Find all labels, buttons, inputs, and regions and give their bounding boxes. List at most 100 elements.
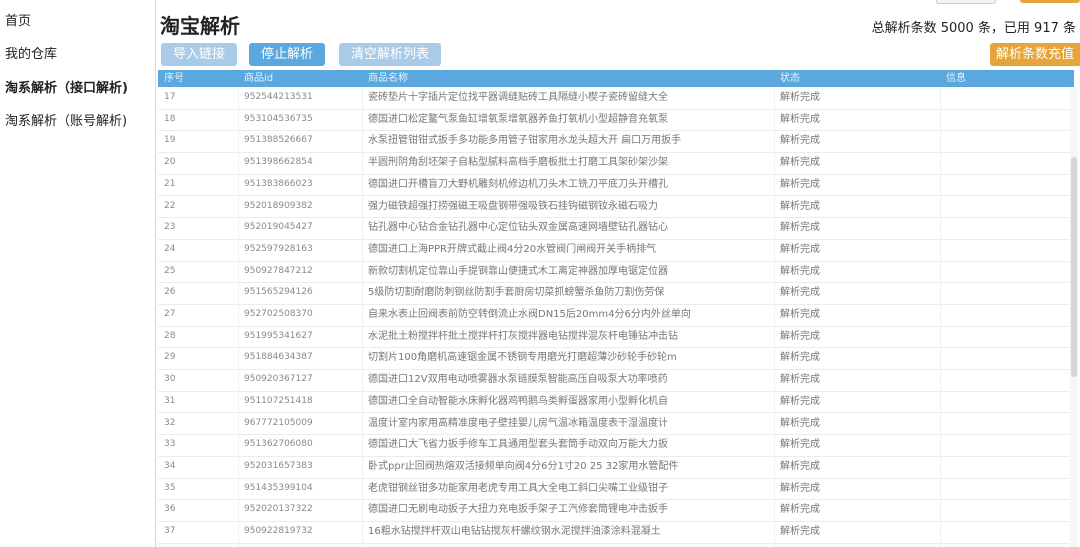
cell-status: 解析完成 [780,504,820,516]
table-row[interactable]: 31 951107251418 德国进口全自动智能水床孵化器鸡鸭鹅鸟类孵蛋器家用小型… [158,391,1074,414]
cell-row-number: 25 [164,265,176,276]
cell-product-name: 瓷砖调平器吸盘大理石找平器岩板拼缝调节拉紧器石材强力吸提固定 [368,543,768,547]
table-header: 序号 商品id 商品名称 状态 信息 [158,70,1074,87]
cell-product-id: 952018909382 [244,200,313,211]
top-tab-right[interactable] [1020,0,1080,3]
cell-product-id: 952020137322 [244,504,313,515]
cell-status: 解析完成 [780,526,820,537]
table-row[interactable]: 17 952544213531 瓷砖垫片十字插片定位找平器调缝贴砖工具隔缝小楔子瓷砖… [158,87,1074,110]
table-row[interactable]: 30 950920367127 德国进口12V双用电动喷雾器水泵链膜泵智能高压自吸泵… [158,369,1074,392]
sidebar: 首页 我的仓库 淘系解析（接口解析) 淘系解析（账号解析) [0,0,145,547]
cell-row-number: 26 [164,287,176,298]
cell-product-name: 温度计室内家用高精准度电子壁挂婴儿房气温冰箱温度表干湿温度计 [368,417,668,429]
top-tab-strip [756,0,1080,4]
cell-status: 解析完成 [780,439,820,451]
parse-table: 序号 商品id 商品名称 状态 信息 17 952544213531 瓷砖垫片十字插… [158,70,1074,547]
cell-product-id: 952702508370 [244,309,313,319]
cell-product-name: 半圆刑阴角刮坯架子自粘型腻料高档手磨板批土打磨工具架砂架沙架 [368,157,668,169]
cell-row-number: 18 [164,113,176,124]
cell-product-name: 16粗水钻搅拌杆双山电钻钻搅灰杆螺纹钢水泥搅拌油漆涂料混凝土 [368,526,661,537]
table-row[interactable]: 32 967772105009 温度计室内家用高精准度电子壁挂婴儿房气温冰箱温度表干… [158,413,1074,436]
stop-parse-button[interactable]: 停止解析 [249,43,326,66]
cell-row-number: 36 [164,504,176,515]
cell-product-name: 老虎钳钢丝钳多功能家用老虎专用工具大全电工斜口尖嘴工业级钳子 [368,482,668,494]
top-tab-left[interactable] [936,0,996,4]
cell-status: 解析完成 [780,92,820,103]
cell-row-number: 33 [164,439,176,450]
table-row[interactable]: 27 952702508370 自来水表止回阀表前防空转倒流止水阀DN15后20mm… [158,304,1074,327]
recharge-button[interactable]: 解析条数充值 [990,43,1080,66]
cell-product-name: 强力磁铁超强打捞强磁王吸盘钢带强吸铁石挂钩磁钢钕永磁石吸力 [368,200,658,212]
cell-status: 解析完成 [780,243,820,255]
cell-status: 解析完成 [780,330,820,342]
table-row[interactable]: 35 951435399104 老虎钳钢丝钳多功能家用老虎专用工具大全电工斜口尖嘴工… [158,478,1074,501]
cell-product-name: 德国进口全自动智能水床孵化器鸡鸭鹅鸟类孵蛋器家用小型孵化机自 [368,395,668,407]
cell-product-name: 德国进口大飞省力扳手修车工具通用型套头套筒手动双向万能大力扳 [368,439,668,451]
column-header-id[interactable]: 商品id [244,70,273,87]
cell-row-number: 34 [164,460,176,471]
sidebar-item-warehouse[interactable]: 我的仓库 [5,43,57,62]
cell-status: 解析完成 [780,222,820,234]
cell-product-name: 水泵扭管钳钳式扳手多功能多用管子钳家用水龙头超大开 扁口万用扳手 [368,135,682,147]
import-links-button[interactable]: 导入链接 [161,43,238,66]
cell-status: 解析完成 [780,374,820,386]
table-row[interactable]: 29 951884634387 切割片100角磨机高速锯金属不锈钢专用磨光打磨超薄沙… [158,347,1074,371]
table-row[interactable]: 33 951362706080 德国进口大飞省力扳手修车工具通用型套头套筒手动双向万… [158,434,1074,457]
sidebar-item-taobao-api-parse[interactable]: 淘系解析（接口解析) [5,77,128,96]
parse-summary: 总解析条数 5000 条，已用 917 条 [871,21,1076,36]
cell-product-id: 951884634387 [244,352,313,363]
table-row[interactable]: 20 951398662854 半圆刑阴角刮坯架子自粘型腻料高档手磨板批土打磨工具架… [158,152,1074,175]
table-row[interactable]: 24 952597928163 德国进口上海PPR开牌式截止阀4分20水管阀门闸阀开… [158,239,1074,262]
cell-product-name: 自来水表止回阀表前防空转倒流止水阀DN15后20mm4分6分内外丝单向 [368,309,691,320]
cell-product-name: 钻孔器中心钻合金钻孔器中心定位钻头双金属高速网墙壁钻孔器钻心 [368,222,668,234]
clear-list-button[interactable]: 清空解析列表 [339,43,442,66]
cell-row-number: 35 [164,482,176,493]
table-row[interactable]: 38 950926491584 瓷砖调平器吸盘大理石找平器岩板拼缝调节拉紧器石材强力… [158,543,1074,547]
cell-status: 解析完成 [780,482,820,494]
column-header-info[interactable]: 信息 [946,70,966,87]
table-scrollbar[interactable] [1070,87,1078,547]
column-header-no[interactable]: 序号 [164,70,184,87]
cell-status: 解析完成 [780,460,820,472]
table-row[interactable]: 19 951388526667 水泵扭管钳钳式扳手多功能多用管子钳家用水龙头超大开 … [158,130,1074,154]
cell-product-id: 950927847212 [244,265,313,276]
cell-product-id: 952597928163 [244,243,313,254]
cell-status: 解析完成 [780,287,820,299]
cell-product-id: 951565294126 [244,287,313,298]
sidebar-item-taobao-account-parse[interactable]: 淘系解析（账号解析) [5,110,127,129]
cell-product-id: 951995341627 [244,330,313,341]
cell-row-number: 38 [164,543,224,547]
cell-product-id: 953104536735 [244,113,313,124]
cell-status: 解析完成 [780,265,820,277]
column-header-status[interactable]: 状态 [780,70,800,87]
cell-product-name: 德国进口开槽盲刀大野机雕刻机修边机刀头木工铣刀平底刀头开槽孔 [368,178,668,190]
table-row[interactable]: 21 951383866023 德国进口开槽盲刀大野机雕刻机修边机刀头木工铣刀平底刀… [158,174,1074,197]
app-window: 首页 我的仓库 淘系解析（接口解析) 淘系解析（账号解析) 淘宝解析 总解析条数… [0,0,1080,547]
cell-row-number: 17 [164,92,176,102]
cell-row-number: 19 [164,135,176,146]
table-row[interactable]: 28 951995341627 水泥批土粉搅拌杆批土搅拌杆打灰搅拌器电钻搅拌混灰杆电… [158,326,1074,349]
table-row[interactable]: 23 952019045427 钻孔器中心钻合金钻孔器中心定位钻头双金属高速网墙壁钻… [158,217,1074,240]
cell-status: 解析完成 [780,309,820,320]
cell-row-number: 37 [164,526,176,536]
sidebar-item-home[interactable]: 首页 [5,10,31,29]
column-header-name[interactable]: 商品名称 [368,70,408,87]
table-row[interactable]: 18 953104536735 德国进口松定鳌气泵鱼缸增氧泵增氧器养鱼打氧机小型超静… [158,109,1074,132]
cell-product-name: 德国进口上海PPR开牌式截止阀4分20水管阀门闸阀开关手柄排气 [368,243,657,255]
cell-product-id: 950920367127 [244,374,313,385]
cell-row-number: 21 [164,178,176,189]
table-row[interactable]: 25 950927847212 新款切割机定位靠山手提钢靠山便捷式木工离定神器加厚电… [158,261,1074,284]
page-title: 淘宝解析 [160,14,240,38]
table-row[interactable]: 37 950922819732 16粗水钻搅拌杆双山电钻钻搅灰杆螺纹钢水泥搅拌油漆涂… [158,521,1074,544]
table-row[interactable]: 26 951565294126 5级防切割耐磨防刺钢丝防割手套厨房切菜抓螃蟹杀鱼防刀… [158,282,1074,305]
table-row[interactable]: 34 952031657383 卧式ppr止回阀热熔双活接频单向阀4分6分1寸20 … [158,456,1074,479]
cell-product-id: 951107251418 [244,395,313,406]
scrollbar-thumb[interactable] [1071,157,1077,377]
cell-product-id: 952544213531 [244,92,313,102]
cell-row-number: 22 [164,200,176,211]
cell-product-id: 951398662854 [244,157,313,168]
table-row[interactable]: 36 952020137322 德国进口无刷电动扳子大扭力充电扳手架子工汽修套筒锂电… [158,499,1074,522]
cell-product-id: 950926491584 [244,543,354,547]
cell-status: 解析完成 [780,135,820,147]
table-row[interactable]: 22 952018909382 强力磁铁超强打捞强磁王吸盘钢带强吸铁石挂钩磁钢钕永磁… [158,196,1074,219]
